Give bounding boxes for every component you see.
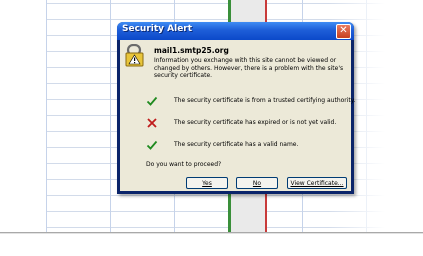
check-icon [146,96,158,106]
x-icon [147,118,157,128]
yes-button[interactable]: Yes [186,177,228,189]
no-button[interactable]: No [236,177,278,189]
dialog-title: Security Alert [122,24,193,34]
check-icon [146,140,158,150]
dialog-titlebar[interactable]: Security Alert ✕ [117,22,354,40]
security-lock-warning-icon [125,44,144,67]
certificate-check-text: The security certificate has a valid nam… [174,141,299,148]
info-text: Information you exchange with this site … [154,57,344,79]
no-button-label: No [252,180,262,187]
bottom-shadow [0,232,423,234]
dialog-body: mail1.smtp25.org Information you exchang… [120,40,355,191]
bottom-bar [0,232,423,256]
close-button[interactable]: ✕ [336,24,351,39]
certificate-check-item: The security certificate has expired or … [146,117,346,129]
proceed-question: Do you want to proceed? [146,161,222,168]
yes-button-label: Yes [202,180,212,187]
site-host: mail1.smtp25.org [154,46,229,55]
security-alert-dialog: Security Alert ✕ mail1.smtp25.org Inform… [117,22,355,194]
view-certificate-button-label: View Certificate... [290,180,344,187]
certificate-check-text: The security certificate has expired or … [174,119,337,126]
certificate-check-item: The security certificate has a valid nam… [146,139,346,151]
view-certificate-button[interactable]: View Certificate... [287,177,347,189]
certificate-check-item: The security certificate is from a trust… [146,95,355,107]
certificate-check-text: The security certificate is from a trust… [174,97,356,104]
row-header-area [0,0,47,232]
